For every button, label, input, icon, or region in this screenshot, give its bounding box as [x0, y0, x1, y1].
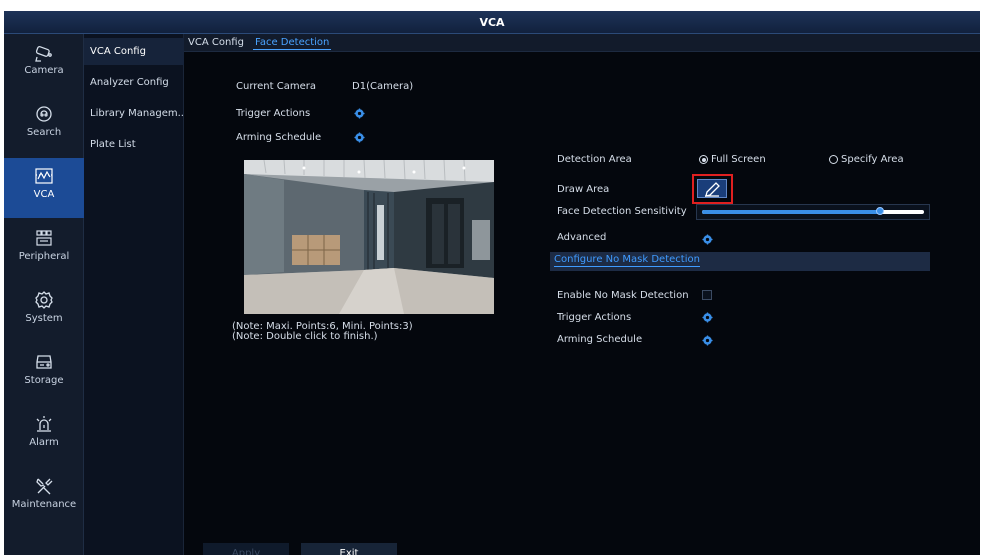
- specify-area-label[interactable]: Specify Area: [841, 154, 904, 165]
- camera-icon: [35, 46, 52, 62]
- sensitivity-label: Face Detection Sensitivity: [557, 206, 687, 217]
- nav-item-maintenance[interactable]: Maintenance: [4, 468, 84, 528]
- specify-area-radio[interactable]: [829, 155, 838, 164]
- vca-icon: [35, 168, 53, 184]
- nav-item-search[interactable]: Search: [4, 96, 84, 156]
- trigger-actions-label: Trigger Actions: [236, 108, 311, 119]
- nav-item-peripheral[interactable]: Peripheral: [4, 220, 84, 280]
- full-screen-label[interactable]: Full Screen: [711, 154, 766, 165]
- submenu-item-plate-list[interactable]: Plate List: [84, 131, 184, 158]
- window-title: VCA: [4, 11, 980, 34]
- draw-area-button[interactable]: [697, 179, 727, 198]
- sensitivity-slider[interactable]: [702, 207, 924, 215]
- peripheral-icon: [36, 230, 52, 246]
- nav-item-system[interactable]: System: [4, 282, 84, 342]
- advanced-label: Advanced: [557, 232, 607, 243]
- nav-label: Storage: [24, 375, 64, 386]
- nav-label: Maintenance: [11, 499, 77, 510]
- submenu-item-library-management[interactable]: Library Managem...: [84, 100, 184, 127]
- nav-item-camera[interactable]: Camera: [4, 34, 84, 94]
- full-screen-radio[interactable]: [699, 155, 708, 164]
- arming-schedule-gear-icon[interactable]: [354, 132, 365, 143]
- maintenance-icon: [36, 478, 53, 495]
- nav-label: VCA: [33, 189, 55, 200]
- camera-preview[interactable]: [244, 160, 494, 314]
- no-mask-trigger-actions-gear-icon[interactable]: [702, 312, 713, 323]
- no-mask-trigger-actions-label: Trigger Actions: [557, 312, 632, 323]
- system-gear-icon: [35, 291, 53, 309]
- trigger-actions-gear-icon[interactable]: [354, 108, 365, 119]
- no-mask-section-header: Configure No Mask Detection: [550, 252, 930, 271]
- main-content: VCA Config Face Detection Current Camera…: [184, 34, 980, 555]
- arming-schedule-label: Arming Schedule: [236, 132, 322, 143]
- current-camera-value[interactable]: D1(Camera): [352, 81, 413, 92]
- enable-no-mask-checkbox[interactable]: [702, 290, 712, 300]
- submenu-item-analyzer-config[interactable]: Analyzer Config: [84, 69, 184, 96]
- vca-window: VCA Camera Search VCA Peripheral System …: [4, 11, 980, 555]
- search-icon: [36, 106, 52, 122]
- current-camera-label: Current Camera: [236, 81, 316, 92]
- sensitivity-slider-fill: [702, 210, 880, 214]
- sensitivity-slider-thumb[interactable]: [875, 207, 884, 215]
- nav-item-vca[interactable]: VCA: [4, 158, 84, 218]
- nav-label: System: [25, 313, 63, 324]
- enable-no-mask-label: Enable No Mask Detection: [557, 290, 689, 301]
- sub-menu: VCA Config Analyzer Config Library Manag…: [84, 34, 184, 555]
- no-mask-section-title: Configure No Mask Detection: [554, 254, 700, 267]
- nav-label: Search: [26, 127, 62, 138]
- pencil-icon: [705, 182, 720, 197]
- nav-label: Peripheral: [18, 251, 70, 262]
- no-mask-arming-schedule-gear-icon[interactable]: [702, 335, 713, 346]
- storage-icon: [36, 355, 52, 369]
- nav-rail: Camera Search VCA Peripheral System Stor…: [4, 34, 84, 555]
- draw-area-label: Draw Area: [557, 184, 610, 195]
- submenu-item-vca-config[interactable]: VCA Config: [84, 38, 184, 65]
- detection-area-label: Detection Area: [557, 154, 632, 165]
- tab-vca-config[interactable]: VCA Config: [188, 36, 244, 50]
- nav-label: Camera: [24, 65, 64, 76]
- no-mask-arming-schedule-label: Arming Schedule: [557, 334, 643, 345]
- alarm-icon: [36, 416, 52, 432]
- exit-button[interactable]: Exit: [301, 543, 397, 555]
- apply-button[interactable]: Apply: [203, 543, 289, 555]
- tab-bar: VCA Config Face Detection: [184, 34, 980, 52]
- advanced-gear-icon[interactable]: [702, 234, 713, 245]
- nav-item-storage[interactable]: Storage: [4, 344, 84, 404]
- nav-item-alarm[interactable]: Alarm: [4, 406, 84, 466]
- nav-label: Alarm: [29, 437, 59, 448]
- tab-face-detection[interactable]: Face Detection: [253, 36, 332, 50]
- note-double-click: (Note: Double click to finish.): [232, 331, 378, 342]
